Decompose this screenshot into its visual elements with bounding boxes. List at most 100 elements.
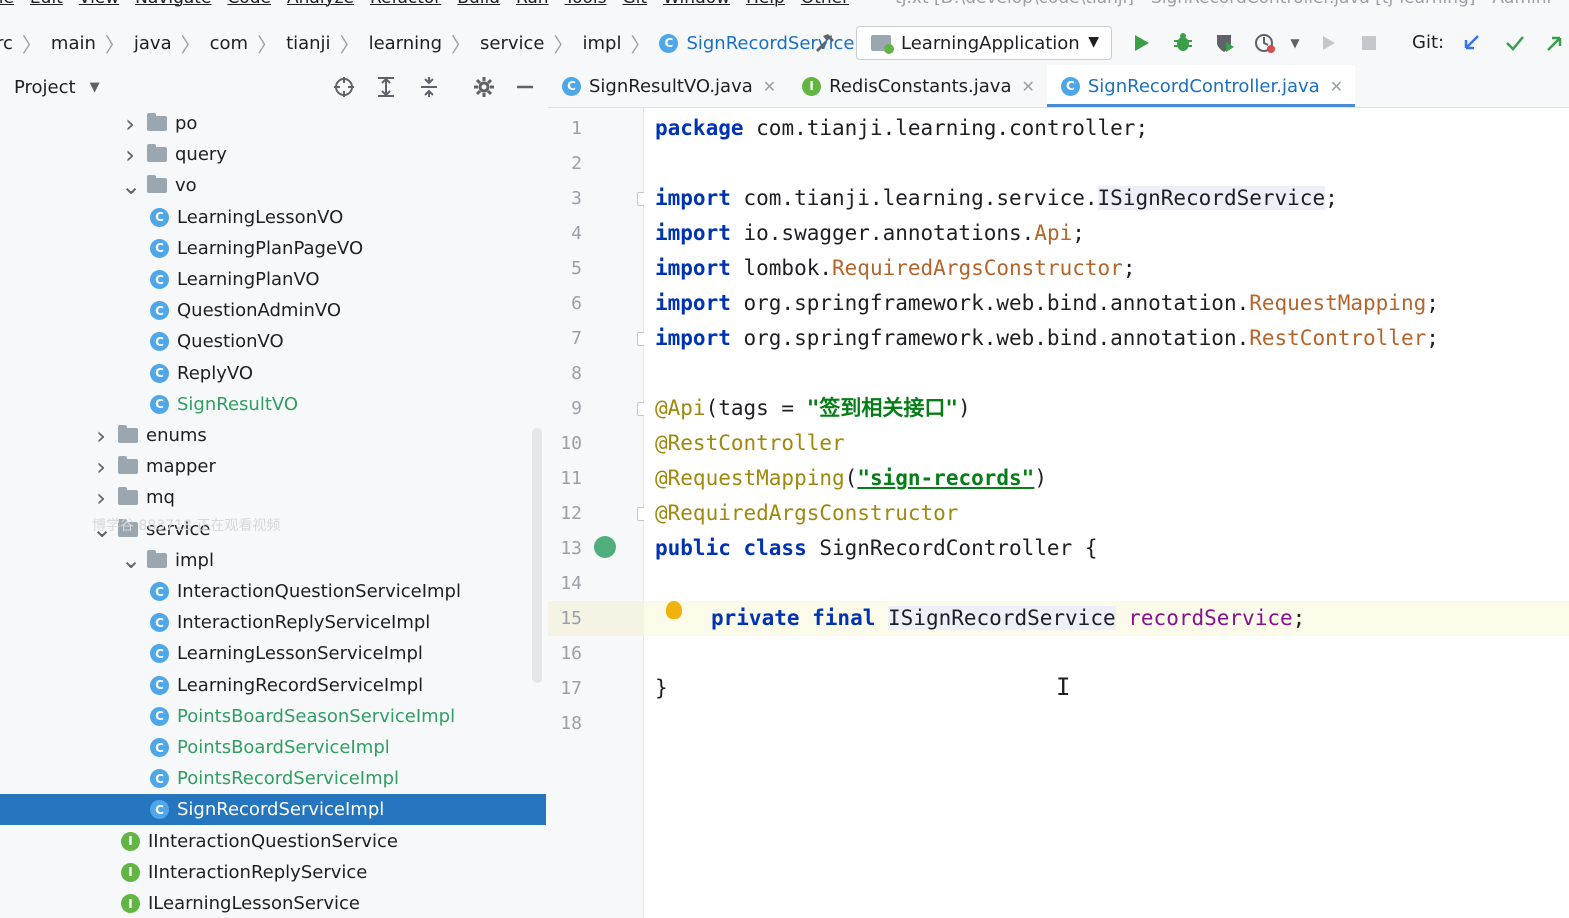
- run-configuration-select[interactable]: LearningApplication ▼: [856, 26, 1112, 60]
- breadcrumb-item[interactable]: com 〉: [210, 29, 286, 58]
- hide-panel-minus-icon[interactable]: [510, 72, 540, 102]
- project-tree: › po › query ⌄ vo C LearningLessonVO C LearningPl…: [0, 108, 548, 918]
- stop-icon[interactable]: [1354, 28, 1384, 58]
- breadcrumb-item[interactable]: learning 〉: [369, 29, 480, 58]
- breadcrumb-item[interactable]: impl 〉: [582, 29, 659, 58]
- chevron-right-icon[interactable]: ›: [121, 141, 139, 169]
- run-icon[interactable]: [1126, 28, 1156, 58]
- editor-tab[interactable]: C SignRecordController.java ✕: [1046, 65, 1356, 107]
- breadcrumb-item[interactable]: rc 〉: [0, 29, 51, 58]
- tree-node[interactable]: C LearningLessonVO: [150, 202, 343, 233]
- menu-item-help[interactable]: Help: [746, 0, 785, 8]
- spring-bean-gutter-icon[interactable]: [594, 536, 616, 558]
- tree-node[interactable]: C LearningRecordServiceImpl: [150, 670, 423, 701]
- project-panel-title[interactable]: Project: [14, 77, 76, 98]
- tree-node[interactable]: C InteractionQuestionServiceImpl: [150, 576, 461, 607]
- menu-item-code[interactable]: Code: [227, 0, 271, 8]
- menu-item-analyze[interactable]: Analyze: [287, 0, 354, 8]
- tree-node[interactable]: C LearningPlanPageVO: [150, 233, 363, 264]
- menu-item-other[interactable]: Other: [801, 0, 849, 8]
- menu-item-git[interactable]: Git: [622, 0, 647, 8]
- tree-node[interactable]: › mq: [92, 482, 175, 513]
- editor-tab[interactable]: C SignResultVO.java ✕: [548, 65, 788, 107]
- code-token: ;: [1122, 256, 1136, 280]
- code-token: @RequiredArgsConstructor: [655, 501, 959, 525]
- git-commit-check-icon[interactable]: [1500, 28, 1530, 58]
- breadcrumb-item[interactable]: service 〉: [480, 29, 582, 58]
- tree-node[interactable]: I ILearningLessonService: [121, 888, 360, 918]
- code-token: ;: [1426, 291, 1439, 315]
- tree-node-label: PointsRecordServiceImpl: [177, 768, 400, 790]
- tree-node[interactable]: C QuestionAdminVO: [150, 295, 341, 326]
- code-token: @Api: [655, 396, 706, 420]
- chevron-right-icon[interactable]: ›: [92, 453, 110, 481]
- menu-item-window[interactable]: Window: [663, 0, 730, 8]
- line-number: 12: [560, 503, 582, 524]
- tree-node[interactable]: C LearningLessonServiceImpl: [150, 638, 423, 669]
- tree-node-label: LearningLessonVO: [177, 206, 344, 228]
- menu-item-tools[interactable]: Tools: [565, 0, 607, 8]
- tree-node[interactable]: ⌄ impl: [121, 545, 214, 576]
- chevron-down-icon[interactable]: ⌄: [121, 172, 141, 200]
- git-push-icon[interactable]: [1540, 28, 1569, 58]
- breadcrumb-item[interactable]: tianji 〉: [286, 29, 369, 58]
- close-icon[interactable]: ✕: [1330, 77, 1343, 96]
- tree-node[interactable]: › enums: [92, 420, 207, 451]
- menu-item-run[interactable]: Run: [516, 0, 549, 8]
- tree-node[interactable]: › mapper: [92, 451, 216, 482]
- tree-node[interactable]: C QuestionVO: [150, 326, 284, 357]
- breadcrumb-item[interactable]: main 〉: [51, 29, 134, 58]
- code-editor[interactable]: package com.tianji.learning.controller; i…: [644, 108, 1569, 918]
- tree-node[interactable]: C SignResultVO: [150, 389, 298, 420]
- tree-node[interactable]: C InteractionReplyServiceImpl: [150, 607, 430, 638]
- collapse-all-icon[interactable]: [414, 72, 444, 102]
- menu-item-ile[interactable]: ile: [0, 0, 14, 8]
- tree-node[interactable]: C PointsBoardServiceImpl: [150, 732, 390, 763]
- gear-icon[interactable]: [469, 72, 499, 102]
- editor-tab[interactable]: I RedisConstants.java ✕: [788, 65, 1047, 107]
- tree-node[interactable]: C ReplyVO: [150, 358, 253, 389]
- tree-node[interactable]: C PointsRecordServiceImpl: [150, 763, 399, 794]
- chevron-down-icon[interactable]: ▼: [1280, 28, 1310, 58]
- resume-icon[interactable]: [1314, 28, 1344, 58]
- folder-icon: [147, 549, 167, 568]
- profiler-icon[interactable]: [1250, 28, 1280, 58]
- breadcrumb-separator-icon: 〉: [451, 32, 471, 57]
- breadcrumb-separator-icon: 〉: [630, 32, 651, 57]
- project-tree-scrollbar[interactable]: [532, 428, 542, 683]
- lightbulb-icon[interactable]: [666, 601, 682, 619]
- tree-node[interactable]: › query: [121, 139, 227, 170]
- coverage-icon[interactable]: [1210, 28, 1240, 58]
- breadcrumb-item[interactable]: java 〉: [134, 29, 210, 58]
- code-token: ;: [1426, 326, 1439, 350]
- tree-node[interactable]: I IInteractionReplyService: [121, 857, 367, 888]
- close-icon[interactable]: ✕: [1021, 77, 1034, 96]
- chevron-right-icon[interactable]: ›: [92, 484, 110, 512]
- chevron-right-icon[interactable]: ›: [92, 422, 110, 450]
- tree-node[interactable]: C PointsBoardSeasonServiceImpl: [150, 701, 455, 732]
- menu-item-build[interactable]: Build: [457, 0, 500, 8]
- code-token: }: [655, 676, 668, 700]
- chevron-down-icon[interactable]: ⌄: [121, 546, 141, 574]
- chevron-right-icon[interactable]: ›: [121, 110, 139, 138]
- tree-node[interactable]: C SignRecordServiceImpl: [0, 794, 546, 826]
- expand-all-icon[interactable]: [371, 72, 401, 102]
- mouse-ibeam-cursor-icon: I: [1056, 673, 1071, 701]
- menu-item-view[interactable]: View: [79, 0, 119, 8]
- interface-icon: I: [121, 831, 140, 851]
- locate-crosshair-icon[interactable]: [329, 72, 359, 102]
- chevron-down-icon[interactable]: ▼: [90, 80, 100, 95]
- build-hammer-icon[interactable]: [810, 28, 840, 58]
- tree-node[interactable]: › po: [121, 108, 197, 139]
- tree-node[interactable]: I IInteractionQuestionService: [121, 826, 398, 857]
- menu-item-edit[interactable]: Edit: [30, 0, 63, 8]
- tree-node[interactable]: ⌄ vo: [121, 170, 197, 201]
- debug-bug-icon[interactable]: [1168, 28, 1198, 58]
- close-icon[interactable]: ✕: [763, 77, 776, 96]
- tree-node[interactable]: C LearningPlanVO: [150, 264, 320, 295]
- menu-item-refactor[interactable]: Refactor: [370, 0, 441, 8]
- tree-node-label: InteractionReplyServiceImpl: [177, 612, 431, 634]
- menu-bar: ile Edit View Navigate Code Analyze Refactor Bu…: [0, 0, 1569, 10]
- git-update-icon[interactable]: [1456, 28, 1486, 58]
- menu-item-navigate[interactable]: Navigate: [135, 0, 211, 8]
